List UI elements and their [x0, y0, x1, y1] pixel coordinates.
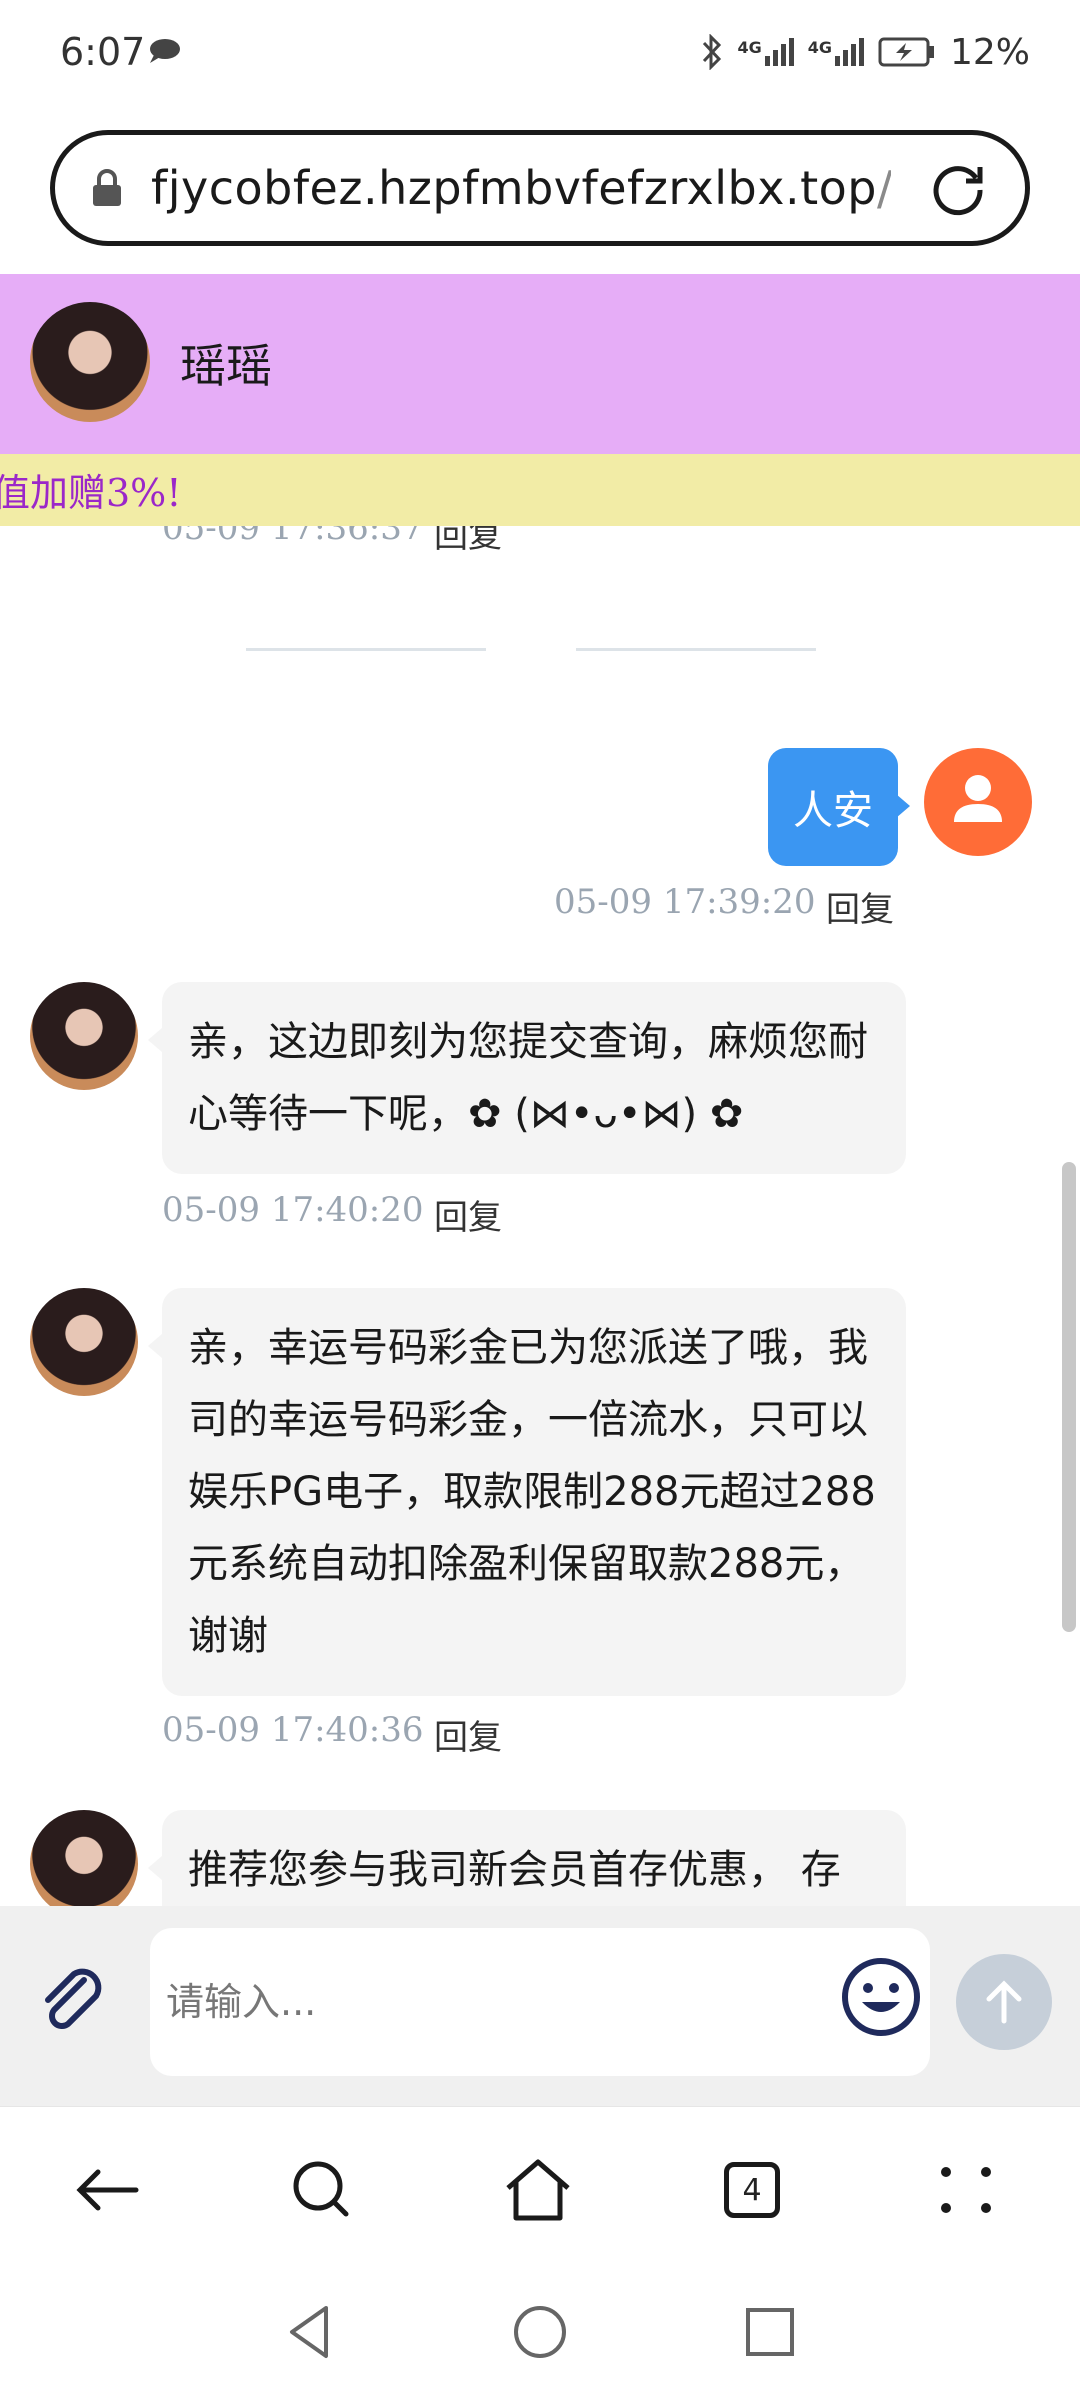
- agent-message-bubble: 亲，这边即刻为您提交查询，麻烦您耐心等待一下呢，✿ (⋈•ᴗ•⋈) ✿: [162, 982, 906, 1174]
- bubble-tail: [148, 1334, 162, 1358]
- send-button[interactable]: [956, 1954, 1052, 2050]
- paperclip-icon[interactable]: [34, 1962, 114, 2042]
- agent-avatar: [30, 1810, 138, 1906]
- nav-back-icon[interactable]: [278, 2300, 342, 2364]
- bluetooth-icon: [703, 34, 722, 70]
- more-options-icon[interactable]: [926, 2150, 1006, 2230]
- reply-link[interactable]: 回复: [434, 1190, 502, 1239]
- scrollbar-thumb[interactable]: [1062, 1162, 1076, 1632]
- message-notification-icon: [150, 39, 180, 63]
- message-timestamp: 05-09 17:36:37: [162, 526, 424, 548]
- reply-link[interactable]: 回复: [434, 1710, 502, 1759]
- reply-link[interactable]: 回复: [434, 526, 502, 557]
- back-icon[interactable]: [68, 2150, 148, 2230]
- reload-icon[interactable]: [927, 159, 989, 221]
- chat-header: [0, 274, 1080, 454]
- user-icon: [954, 775, 1002, 822]
- user-message-bubble: 人安: [768, 748, 898, 866]
- home-icon[interactable]: [498, 2150, 578, 2230]
- status-time: 6:07: [60, 30, 146, 74]
- agent-avatar: [30, 982, 138, 1090]
- url-text[interactable]: fjycobfez.hzpfmbvfefzrxlbx.top/ac: [151, 161, 891, 215]
- arrow-up-icon: [986, 1980, 1022, 2024]
- status-indicators: 4G 4G 12%: [701, 30, 1030, 74]
- battery-charging-icon: [878, 37, 934, 67]
- divider-line: [246, 648, 486, 651]
- nav-recents-icon[interactable]: [738, 2300, 802, 2364]
- nav-home-icon[interactable]: [508, 2300, 572, 2364]
- bubble-tail: [896, 794, 910, 818]
- bubble-tail: [148, 1856, 162, 1880]
- agent-avatar: [30, 1288, 138, 1396]
- tabs-button[interactable]: 4: [712, 2150, 792, 2230]
- message-timestamp: 05-09 17:40:20: [162, 1190, 424, 1230]
- battery-level: 12%: [949, 31, 1030, 73]
- address-bar[interactable]: fjycobfez.hzpfmbvfefzrxlbx.top/ac: [50, 130, 1030, 246]
- emoji-icon[interactable]: [840, 1956, 922, 2038]
- signal-icon-2: 4G: [808, 38, 864, 66]
- tab-count: 4: [742, 2172, 762, 2208]
- message-input[interactable]: [150, 1928, 930, 2076]
- agent-avatar: [30, 302, 150, 422]
- agent-message-bubble: 推荐您参与我司新会员首存优惠， 存: [162, 1810, 906, 1906]
- message-timestamp: 05-09 17:39:20: [554, 882, 816, 922]
- tabs-icon: 4: [724, 2162, 780, 2218]
- signal-icon: 4G: [737, 38, 794, 66]
- agent-message-bubble: 亲，幸运号码彩金已为您派送了哦，我司的幸运号码彩金，一倍流水，只可以娱乐PG电子…: [162, 1288, 906, 1696]
- announcement-marquee: 值加赠3%!: [0, 454, 1080, 526]
- lock-icon: [93, 169, 121, 206]
- user-avatar: [924, 748, 1032, 856]
- agent-name: 瑶瑶: [180, 339, 272, 393]
- message-list[interactable]: 05-09 17:36:37 回复 人安 05-09 17:39:20 回复 亲…: [0, 526, 1080, 1906]
- marquee-text: 值加赠3%!: [0, 471, 182, 515]
- reply-link[interactable]: 回复: [826, 882, 894, 931]
- bubble-tail: [148, 1028, 162, 1052]
- message-timestamp: 05-09 17:40:36: [162, 1710, 424, 1750]
- status-bar: 6:07 4G 4G 12%: [0, 0, 1080, 110]
- divider-line: [576, 648, 816, 651]
- search-icon[interactable]: [282, 2150, 362, 2230]
